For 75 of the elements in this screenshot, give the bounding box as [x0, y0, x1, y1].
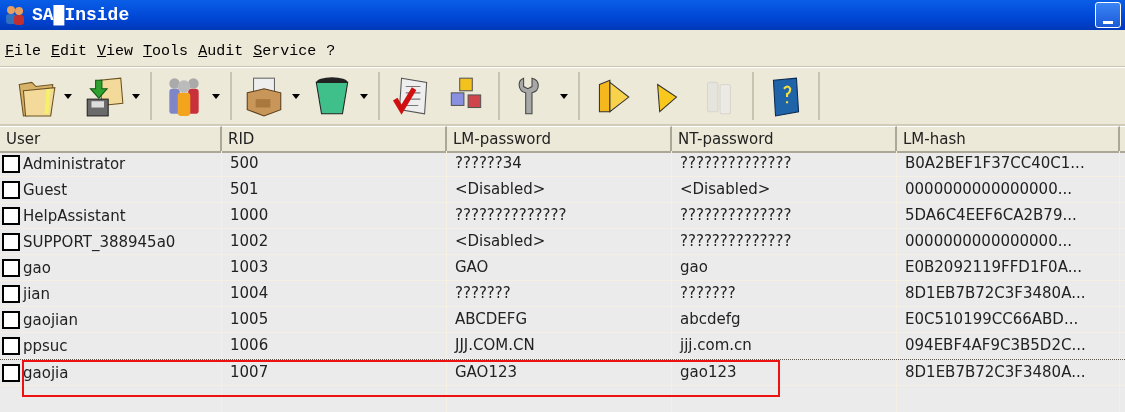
checkbox[interactable]: [2, 336, 20, 355]
table-cell: E0C510199CC66ABD...: [897, 307, 1120, 332]
table-cell: ??????????????: [672, 229, 897, 254]
table-cell: B0A2BEF1F37CC40C1...: [897, 151, 1120, 176]
table-cell: 8D1EB7B72C3F3480A...: [897, 281, 1120, 306]
table-cell: gaojia: [23, 363, 69, 382]
table-cell: 1005: [222, 307, 447, 332]
table-cell: E0B2092119FFD1F0A...: [897, 255, 1120, 280]
table-cell: 1000: [222, 203, 447, 228]
table-cell: SUPPORT_388945a0: [23, 232, 176, 251]
menu-item[interactable]: File: [0, 42, 47, 60]
table-cell: 1006: [222, 333, 447, 358]
table-cell: 8D1EB7B72C3F3480A...: [897, 360, 1120, 385]
table-cell: 1007: [222, 360, 447, 385]
table-cell: Guest: [23, 180, 68, 199]
users-icon: [4, 4, 26, 26]
table-cell: <Disabled>: [447, 177, 672, 202]
table-cell: 1002: [222, 229, 447, 254]
window-title: SA█Inside: [32, 5, 130, 25]
checkbox[interactable]: [2, 258, 20, 277]
dropdown-caret-icon[interactable]: [560, 93, 568, 99]
table-cell: GAO: [447, 255, 672, 280]
table-cell: Administrator: [23, 154, 126, 173]
checkbox[interactable]: [2, 363, 20, 382]
table-cell: 501: [222, 177, 447, 202]
table-cell: 1003: [222, 255, 447, 280]
table-cell: GAO123: [447, 360, 672, 385]
table-cell: <Disabled>: [447, 229, 672, 254]
dropdown-caret-icon[interactable]: [64, 93, 72, 99]
dropdown-caret-icon[interactable]: [292, 93, 300, 99]
checkbox[interactable]: [2, 206, 20, 225]
minimize-button[interactable]: [1095, 2, 1121, 28]
table-cell: jian: [23, 284, 51, 303]
dropdown-caret-icon[interactable]: [212, 93, 220, 99]
checkbox[interactable]: [2, 284, 20, 303]
table-cell: HelpAssistant: [23, 206, 126, 225]
menu-item[interactable]: Edit: [46, 42, 93, 60]
table-cell: 500: [222, 151, 447, 176]
column-header[interactable]: RID: [222, 126, 447, 153]
table-cell: 0000000000000000...: [897, 177, 1120, 202]
table-cell: jjj.com.cn: [672, 333, 897, 358]
checkbox[interactable]: [2, 154, 20, 173]
table-cell: abcdefg: [672, 307, 897, 332]
menu-item[interactable]: ?: [321, 42, 341, 60]
column-header[interactable]: NT-password: [672, 126, 897, 153]
table-cell: ??????????????: [672, 203, 897, 228]
table-cell: ???????: [672, 281, 897, 306]
table-cell: 5DA6C4EEF6CA2B79...: [897, 203, 1120, 228]
menu-item[interactable]: Service: [248, 42, 322, 60]
table-cell: ppsuc: [23, 336, 68, 355]
table-cell: ??????34: [447, 151, 672, 176]
table-cell: 0000000000000000...: [897, 229, 1120, 254]
table-cell: <Disabled>: [672, 177, 897, 202]
menu-item[interactable]: Audit: [193, 42, 249, 60]
table-cell: gao: [23, 258, 51, 277]
column-header[interactable]: LM-password: [447, 126, 672, 153]
dropdown-caret-icon[interactable]: [360, 93, 368, 99]
checkbox[interactable]: [2, 180, 20, 199]
table-cell: ??????????????: [672, 151, 897, 176]
table-cell: ??????????????: [447, 203, 672, 228]
menu-item[interactable]: View: [92, 42, 139, 60]
table-cell: ???????: [447, 281, 672, 306]
checkbox[interactable]: [2, 310, 20, 329]
table-cell: ABCDEFG: [447, 307, 672, 332]
table-cell: gao: [672, 255, 897, 280]
table-cell: gaojian: [23, 310, 78, 329]
column-header[interactable]: LM-hash: [897, 126, 1120, 153]
table-cell: 1004: [222, 281, 447, 306]
menu-item[interactable]: Tools: [138, 42, 194, 60]
table-cell: gao123: [672, 360, 897, 385]
dropdown-caret-icon[interactable]: [132, 93, 140, 99]
table-cell: 094EBF4AF9C3B5D2C...: [897, 333, 1120, 358]
table-cell: JJJ.COM.CN: [447, 333, 672, 358]
checkbox[interactable]: [2, 232, 20, 251]
column-header[interactable]: User: [0, 126, 222, 153]
